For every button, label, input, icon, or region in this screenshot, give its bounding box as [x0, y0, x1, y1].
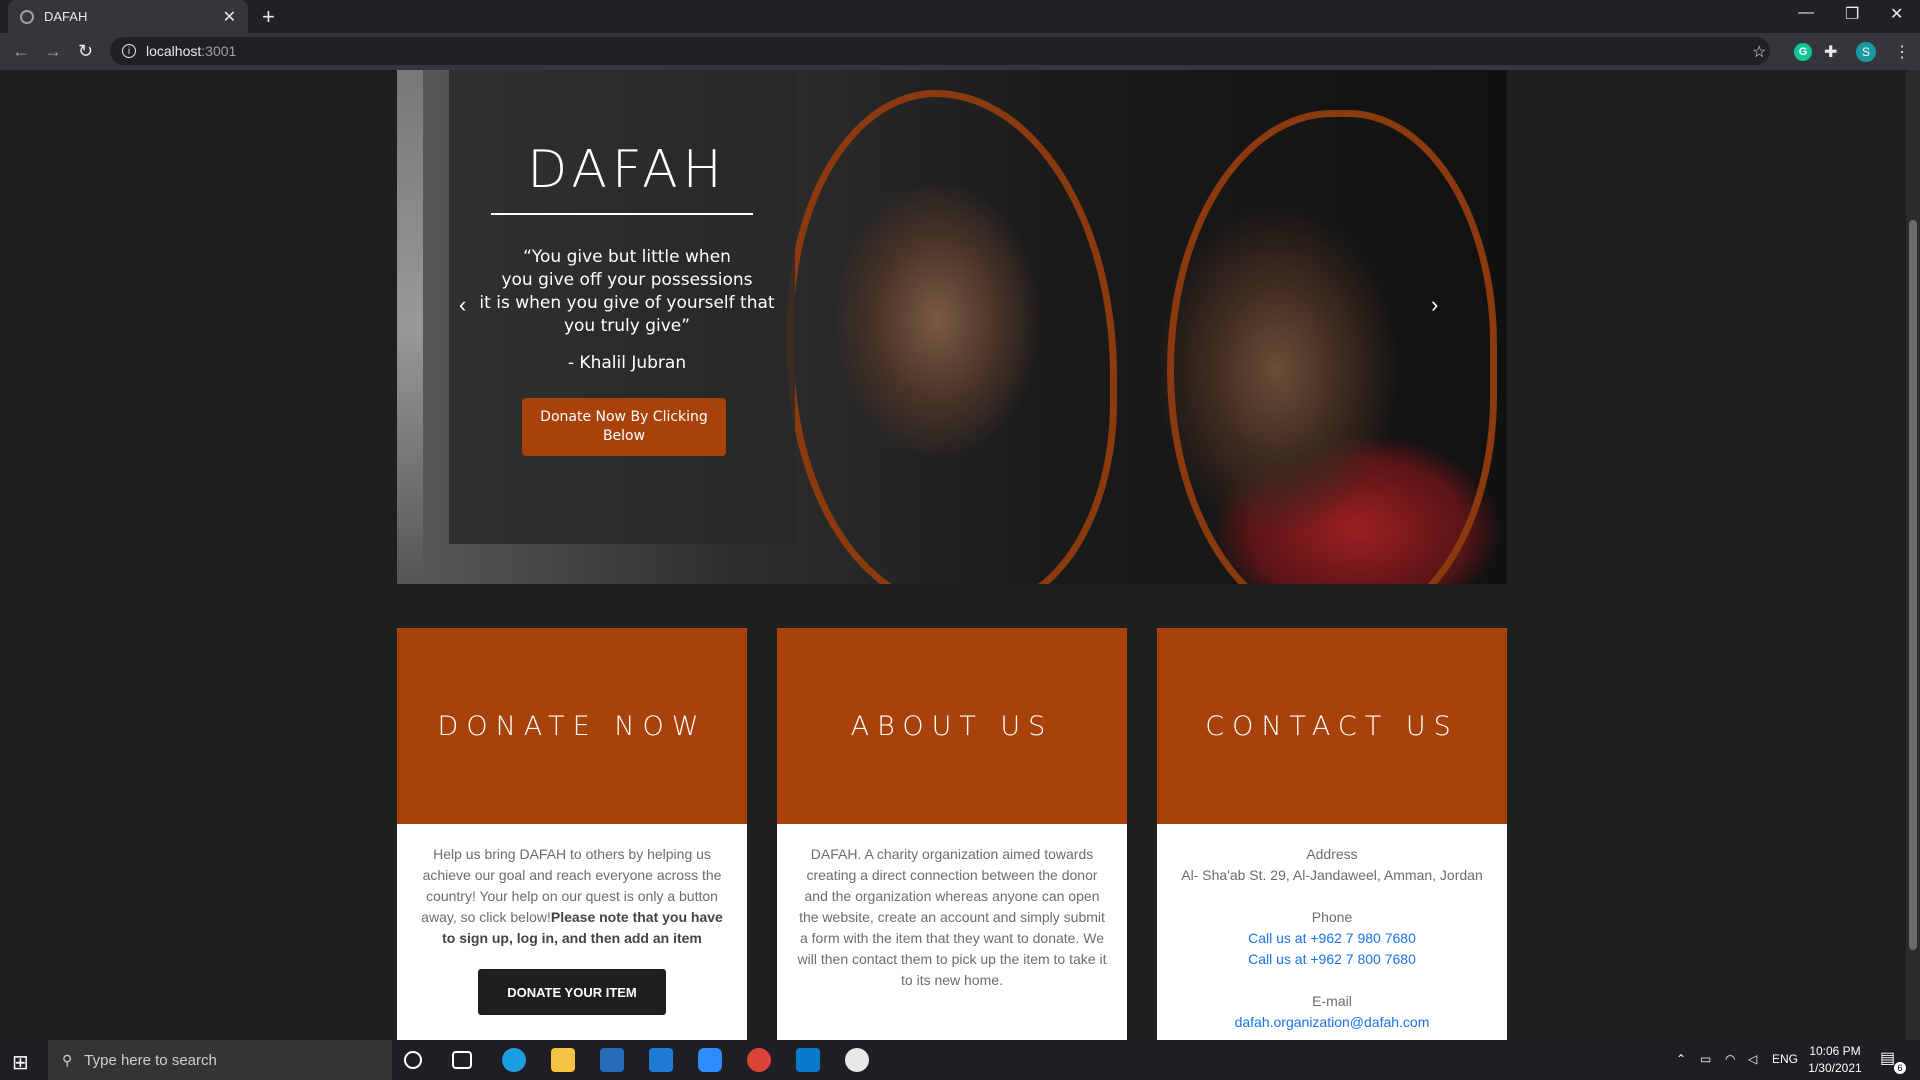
- tab-title: DAFAH: [44, 9, 88, 24]
- hero-photo-edge: [397, 70, 423, 584]
- grammarly-extension-icon[interactable]: G: [1794, 43, 1812, 61]
- browser-tab[interactable]: DAFAH ✕: [8, 0, 248, 33]
- phone-label: Phone: [1311, 909, 1353, 925]
- chrome-icon[interactable]: [747, 1048, 771, 1072]
- contact-card-heading: CONTACT US: [1157, 628, 1507, 824]
- bookmark-star-icon[interactable]: ☆: [1752, 42, 1766, 62]
- browser-toolbar: ← → ↻ i localhost:3001 ☆ ✚ ⋮: [0, 33, 1920, 70]
- donate-now-cta-button[interactable]: Donate Now By Clicking Below: [522, 398, 726, 456]
- search-icon: ⚲: [62, 1051, 73, 1068]
- cortana-icon[interactable]: [404, 1051, 422, 1069]
- edge-icon[interactable]: [502, 1048, 526, 1072]
- wifi-icon[interactable]: ◠: [1725, 1052, 1735, 1066]
- quote-author: - Khalil Jubran: [567, 353, 687, 373]
- taskbar-search-box[interactable]: ⚲ Type here to search: [48, 1040, 392, 1080]
- back-icon[interactable]: ←: [12, 41, 30, 62]
- phone-link-1[interactable]: Call us at +962 7 980 7680: [1177, 928, 1487, 949]
- profile-avatar[interactable]: S: [1856, 42, 1876, 62]
- address-label: Address: [1306, 846, 1358, 862]
- contact-card: CONTACT US Address Al- Sha'ab St. 29, Al…: [1157, 628, 1507, 1040]
- vscode-icon[interactable]: [796, 1048, 820, 1072]
- hero-quote: “You give but little when you give off y…: [477, 246, 777, 338]
- quote-line: “You give but little when: [523, 247, 731, 267]
- clock-time: 10:06 PM: [1809, 1044, 1861, 1058]
- about-card-heading: ABOUT US: [777, 628, 1127, 824]
- about-card: ABOUT US DAFAH. A charity organization a…: [777, 628, 1127, 1040]
- new-tab-button[interactable]: +: [262, 4, 275, 30]
- hero-carousel: DAFAH “You give but little when you give…: [397, 70, 1507, 584]
- windows-start-icon[interactable]: ⊞: [12, 1050, 29, 1075]
- menu-dots-icon[interactable]: ⋮: [1894, 42, 1910, 62]
- donate-your-item-button[interactable]: DONATE YOUR ITEM: [478, 969, 666, 1015]
- restore-icon[interactable]: ❐: [1845, 4, 1859, 24]
- notifications-icon[interactable]: ▤: [1880, 1048, 1895, 1068]
- address-bar[interactable]: i localhost:3001: [110, 37, 1770, 65]
- zoom-icon[interactable]: [698, 1048, 722, 1072]
- forward-icon[interactable]: →: [44, 41, 62, 62]
- battery-icon[interactable]: ▭: [1700, 1052, 1711, 1066]
- info-icon[interactable]: i: [122, 44, 136, 58]
- contact-card-body: Address Al- Sha'ab St. 29, Al-Jandaweel,…: [1157, 824, 1507, 1033]
- url-host: localhost: [146, 43, 202, 59]
- url-port: :3001: [201, 43, 237, 59]
- browser-titlebar: DAFAH ✕ + — ❐ ✕: [0, 0, 1920, 33]
- clock-date: 1/30/2021: [1808, 1061, 1862, 1075]
- app-icon[interactable]: [845, 1048, 869, 1072]
- address-value: Al- Sha'ab St. 29, Al-Jandaweel, Amman, …: [1181, 867, 1483, 883]
- mail-icon[interactable]: [649, 1048, 673, 1072]
- about-card-body: DAFAH. A charity organization aimed towa…: [777, 824, 1127, 991]
- close-tab-icon[interactable]: ✕: [223, 7, 236, 27]
- taskbar-search-placeholder: Type here to search: [84, 1051, 217, 1069]
- store-icon[interactable]: [600, 1048, 624, 1072]
- windows-taskbar: ⊞ ⚲ Type here to search ⌃ ▭ ◠ ◁ ENG 10:0…: [0, 1040, 1920, 1080]
- volume-icon[interactable]: ◁: [1748, 1052, 1757, 1066]
- minimize-icon[interactable]: —: [1798, 4, 1814, 22]
- email-link[interactable]: dafah.organization@dafah.com: [1177, 1012, 1487, 1033]
- extensions-puzzle-icon[interactable]: ✚: [1824, 42, 1837, 62]
- quote-line: you truly give”: [563, 316, 691, 336]
- file-explorer-icon[interactable]: [551, 1048, 575, 1072]
- language-indicator[interactable]: ENG: [1772, 1052, 1798, 1066]
- email-label: E-mail: [1312, 993, 1352, 1009]
- phone-link-2[interactable]: Call us at +962 7 800 7680: [1177, 949, 1487, 970]
- donate-card-body: Help us bring DAFAH to others by helping…: [397, 824, 747, 1015]
- donate-card: DONATE NOW Help us bring DAFAH to others…: [397, 628, 747, 1040]
- scrollbar-thumb[interactable]: [1909, 220, 1917, 950]
- page-viewport: DAFAH “You give but little when you give…: [0, 70, 1920, 1040]
- close-window-icon[interactable]: ✕: [1890, 4, 1903, 24]
- quote-line: you give off your possessions: [501, 270, 753, 290]
- quote-line: it is when you give of yourself that: [479, 293, 775, 313]
- globe-icon: [20, 9, 34, 24]
- carousel-next-icon[interactable]: ›: [1431, 292, 1438, 318]
- tray-chevron-icon[interactable]: ⌃: [1676, 1052, 1686, 1066]
- page-scrollbar[interactable]: [1906, 70, 1920, 1040]
- carousel-prev-icon[interactable]: ‹: [459, 292, 466, 318]
- donate-card-heading: DONATE NOW: [397, 628, 747, 824]
- reload-icon[interactable]: ↻: [78, 41, 93, 62]
- taskbar-clock[interactable]: 10:06 PM 1/30/2021: [1800, 1043, 1870, 1077]
- notification-count-badge: 6: [1894, 1062, 1906, 1074]
- hero-title: DAFAH: [527, 140, 727, 200]
- about-card-text: DAFAH. A charity organization aimed towa…: [797, 846, 1107, 988]
- hero-divider: [491, 213, 753, 215]
- task-view-icon[interactable]: [452, 1051, 472, 1069]
